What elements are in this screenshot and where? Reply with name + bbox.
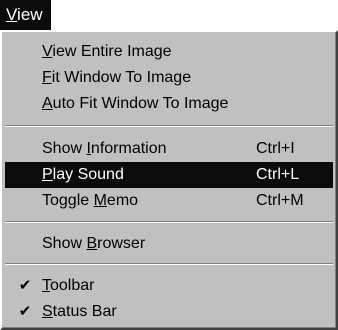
view-menu-title[interactable]: View [0, 0, 51, 30]
view-menu-title-text: iew [17, 5, 43, 24]
checkmark-icon: ✔ [18, 277, 32, 294]
menu-item-fit-window-to-image[interactable]: Fit Window To Image [5, 65, 333, 91]
menu-separator [5, 221, 333, 223]
menu-separator [5, 263, 333, 265]
menu-item-status-bar[interactable]: ✔ Status Bar [5, 299, 333, 325]
view-menu-title-mnemonic: V [6, 5, 18, 24]
menu-item-show-information[interactable]: Show Information Ctrl+I [5, 136, 333, 162]
menu-item-auto-fit-window-to-image[interactable]: Auto Fit Window To Image [5, 91, 333, 117]
checkmark-icon: ✔ [18, 303, 32, 320]
menu-item-toolbar[interactable]: ✔ Toolbar [5, 273, 333, 299]
menu-item-label: Toolbar [42, 277, 95, 294]
menu-item-label: Status Bar [42, 303, 117, 320]
menu-item-label: Show Information [42, 140, 167, 157]
menu-item-label: Play Sound [42, 166, 124, 183]
menu-item-label: Auto Fit Window To Image [42, 95, 229, 112]
menu-separator [5, 125, 333, 127]
menu-item-shortcut: Ctrl+M [256, 192, 304, 209]
view-dropdown-menu: View Entire Image Fit Window To Image Au… [0, 30, 338, 330]
menu-item-label: Show Browser [42, 235, 146, 252]
menu-item-label: Toggle Memo [42, 192, 139, 209]
menu-item-label: View Entire Image [42, 43, 172, 60]
menu-item-view-entire-image[interactable]: View Entire Image [5, 39, 333, 65]
menu-item-shortcut: Ctrl+I [256, 140, 295, 157]
menu-item-label: Fit Window To Image [42, 69, 192, 86]
menu-item-show-browser[interactable]: Show Browser [5, 231, 333, 257]
menu-item-play-sound[interactable]: Play Sound Ctrl+L [5, 162, 333, 188]
menu-item-toggle-memo[interactable]: Toggle Memo Ctrl+M [5, 188, 333, 214]
menu-item-shortcut: Ctrl+L [256, 166, 300, 183]
